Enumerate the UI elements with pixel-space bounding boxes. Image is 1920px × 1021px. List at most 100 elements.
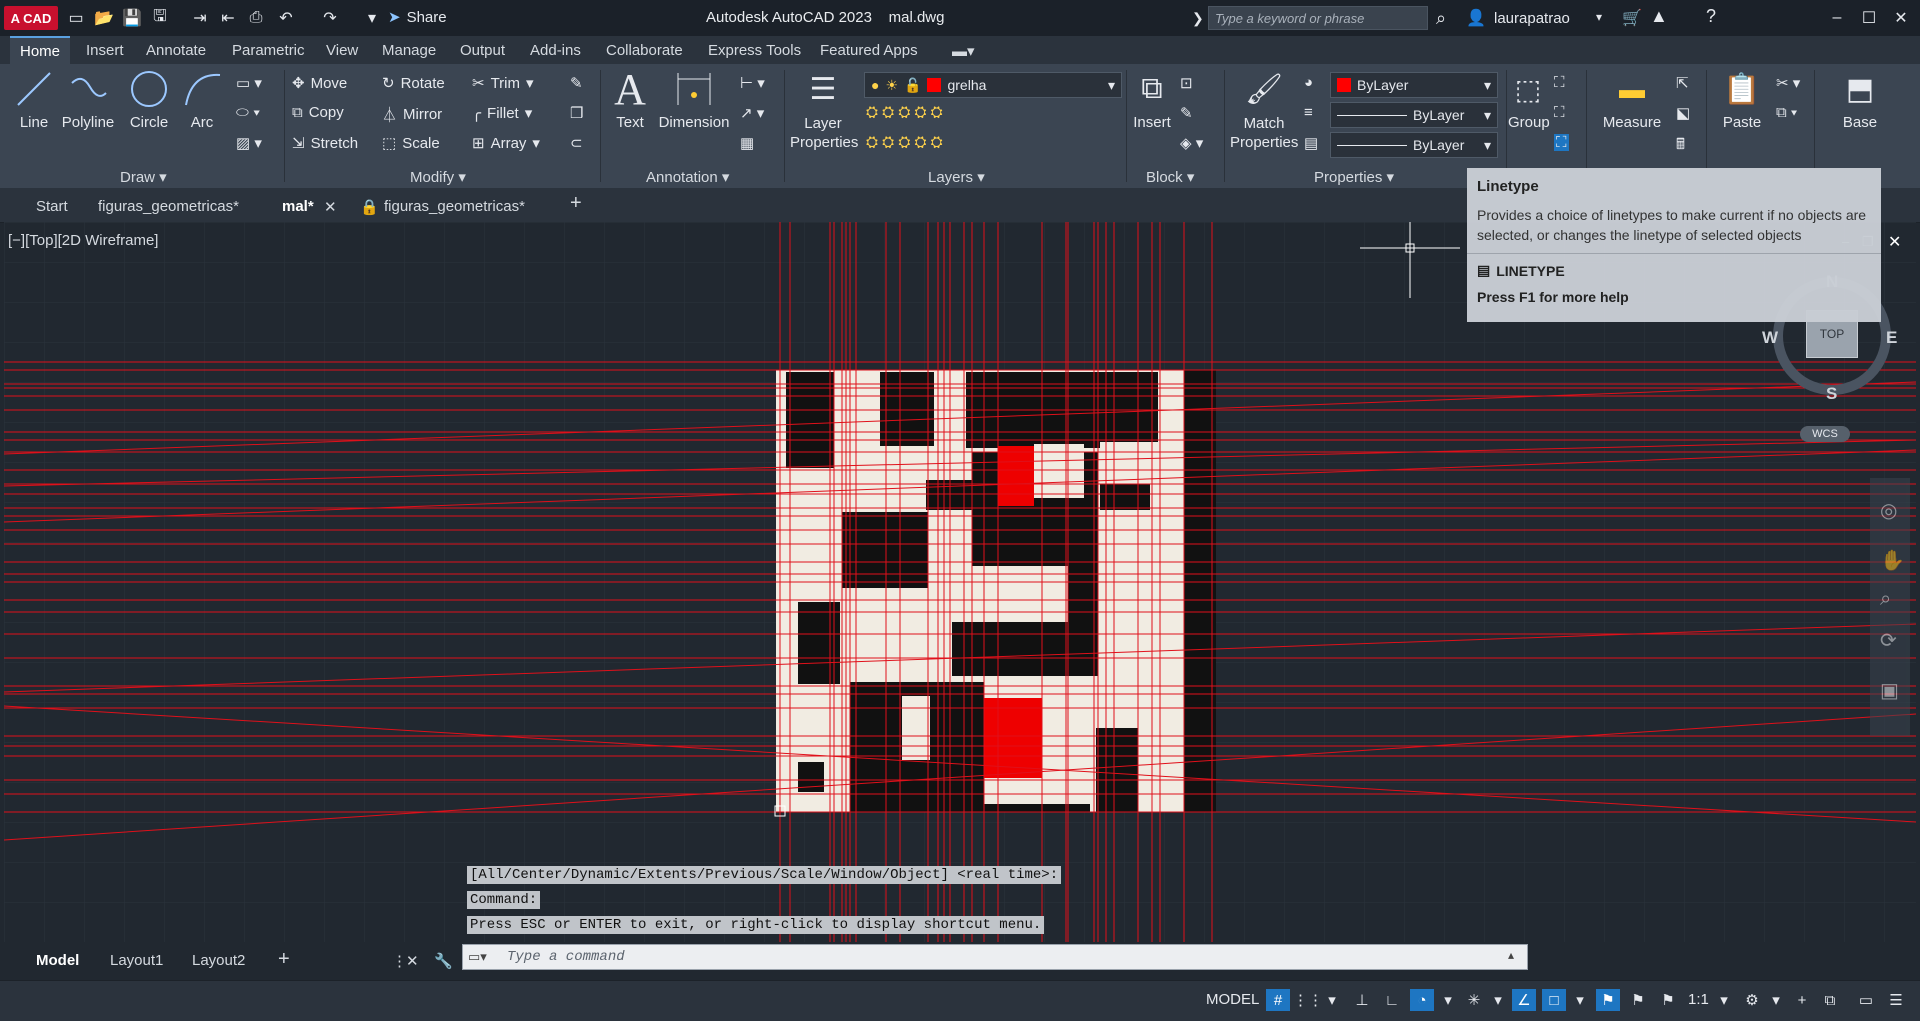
fillet-button[interactable]: ╭ Fillet ▾ (472, 104, 532, 123)
orbit-icon[interactable]: ⟳ (1880, 628, 1897, 653)
undo-icon[interactable]: ↶ (276, 8, 296, 28)
new-icon[interactable]: ▭ (66, 8, 86, 28)
move-button[interactable]: ✥ Move (292, 74, 347, 93)
tab-layout1[interactable]: Layout1 (110, 952, 163, 969)
iso-dropdown-icon[interactable]: ▾ (1486, 989, 1510, 1011)
annotation-scale-value[interactable]: 1:1 (1688, 991, 1709, 1008)
group-select-icon[interactable]: ⛶ (1554, 134, 1569, 151)
redo-icon[interactable]: ↷ (320, 8, 340, 28)
save-as-icon[interactable]: 🖫 (150, 8, 170, 28)
linear-dim-icon[interactable]: ⊢ ▾ (740, 74, 765, 92)
tab-express-tools[interactable]: Express Tools (708, 42, 801, 59)
measure-button[interactable]: ▬ Measure (1600, 68, 1664, 132)
help-icon[interactable]: ? (1706, 6, 1716, 27)
color-dropdown[interactable]: ByLayer ▾ (1330, 72, 1498, 98)
paste-button[interactable]: 📋 Paste (1716, 68, 1768, 132)
maximize-icon[interactable]: ☐ (1854, 6, 1884, 30)
pan-icon[interactable]: ✋ (1880, 548, 1905, 573)
layer-properties-button[interactable]: ☰ Layer Properties (790, 68, 858, 152)
layer-dropdown[interactable]: ● ☀ 🔓 grelha ▾ (864, 72, 1122, 98)
ortho-icon[interactable]: ∟ (1380, 989, 1404, 1011)
tab-add-ins[interactable]: Add-ins (530, 42, 581, 59)
rotate-button[interactable]: ↻ Rotate (382, 74, 445, 93)
table-icon[interactable]: ▦ (740, 134, 754, 152)
edit-block-icon[interactable]: ✎ (1180, 104, 1193, 122)
tab-insert[interactable]: Insert (86, 42, 124, 59)
navigation-bar[interactable]: ◎ ✋ ⌕ ⟳ ▣ (1870, 478, 1910, 736)
stretch-button[interactable]: ⇲ Stretch (292, 134, 358, 153)
block-panel-title[interactable]: Block ▾ (1146, 168, 1194, 186)
user-name[interactable]: laurapatrao (1494, 10, 1570, 27)
object-snap-icon[interactable]: □ (1542, 989, 1566, 1011)
ellipse-icon[interactable]: ⬭ ▾ (236, 104, 260, 121)
autocad-logo[interactable]: A CAD (4, 6, 58, 30)
clean-screen-icon[interactable]: ▭ (1854, 989, 1878, 1011)
modify-panel-title[interactable]: Modify ▾ (410, 168, 466, 186)
file-tab-figuras-2[interactable]: figuras_geometricas* (384, 198, 525, 215)
lineweight-dropdown[interactable]: ByLayer ▾ (1330, 132, 1498, 158)
auto-scale-icon[interactable]: ⚑ (1626, 989, 1650, 1011)
draw-panel-title[interactable]: Draw ▾ (120, 168, 167, 186)
autodesk-app-icon[interactable]: ▲ (1650, 6, 1668, 27)
snap-dropdown-icon[interactable]: ▾ (1320, 989, 1344, 1011)
tab-output[interactable]: Output (460, 42, 505, 59)
group-edit-icon[interactable]: ⛶ (1554, 104, 1565, 121)
tab-parametric[interactable]: Parametric (232, 42, 305, 59)
search-input[interactable]: Type a keyword or phrase (1208, 6, 1428, 30)
compass-west[interactable]: W (1762, 328, 1778, 348)
layers-panel-title[interactable]: Layers ▾ (928, 168, 985, 186)
infer-constraints-icon[interactable]: ⊥ (1350, 989, 1374, 1011)
arc-button[interactable]: Arc (180, 68, 224, 131)
workspace-switch-icon[interactable]: ▬▾ (952, 42, 975, 60)
steering-wheel-icon[interactable]: ◎ (1880, 498, 1897, 523)
file-tab-start[interactable]: Start (36, 198, 68, 215)
trim-button[interactable]: ✂ Trim ▾ (472, 74, 534, 93)
group-button[interactable]: ⬚ Group (1508, 68, 1550, 132)
zoom-icon[interactable]: ⌕ (1880, 588, 1891, 611)
user-dropdown-icon[interactable]: ▾ (1596, 10, 1602, 24)
mirror-button[interactable]: ⏃ Mirror (382, 104, 442, 125)
offset-icon[interactable]: ⊂ (570, 134, 583, 152)
text-button[interactable]: A Text (608, 65, 652, 132)
file-tab-figuras-1[interactable]: figuras_geometricas* (98, 198, 239, 215)
file-tab-mal[interactable]: mal* (282, 198, 314, 215)
command-menu-icon[interactable]: ▭▾ (468, 949, 487, 965)
polyline-button[interactable]: Polyline (60, 68, 116, 131)
insert-block-button[interactable]: ⧉ Insert (1130, 68, 1174, 131)
scale-dropdown-icon[interactable]: ▾ (1712, 989, 1736, 1011)
properties-panel-title[interactable]: Properties ▾ (1314, 168, 1394, 186)
snap-icon[interactable]: ⋮⋮ (1293, 989, 1323, 1011)
transparency-icon[interactable]: ▤ (1304, 134, 1318, 152)
model-space-toggle[interactable]: MODEL (1206, 991, 1259, 1008)
circle-button[interactable]: Circle (124, 68, 174, 131)
cmd-customize-icon[interactable]: 🔧 (434, 952, 453, 970)
select-all-icon[interactable]: ⬕ (1676, 104, 1690, 122)
copy-clip-icon[interactable]: ⧉ ▾ (1776, 104, 1797, 121)
import-icon[interactable]: ⇥ (190, 8, 210, 28)
tab-annotate[interactable]: Annotate (146, 42, 206, 59)
customize-qat-icon[interactable]: ▾ (362, 8, 382, 28)
compass-east[interactable]: E (1886, 328, 1897, 348)
copy-button[interactable]: ⧉ Copy (292, 104, 344, 121)
erase-icon[interactable]: ✎ (570, 74, 583, 92)
layer-tools-row-2[interactable]: ⛭ ⛭ ⛭ ⛭ ⛭ (866, 134, 943, 151)
close-tab-icon[interactable]: ✕ (324, 198, 337, 216)
linetype-dropdown[interactable]: ByLayer ▾ (1330, 102, 1498, 128)
tab-home[interactable]: Home (10, 36, 71, 64)
open-icon[interactable]: 📂 (94, 8, 114, 28)
user-icon[interactable]: 👤 (1466, 8, 1486, 28)
tab-manage[interactable]: Manage (382, 42, 436, 59)
calculator-icon[interactable]: 🖩 (1676, 134, 1685, 159)
base-button[interactable]: ⬒ Base (1836, 68, 1884, 132)
grid-icon[interactable]: # (1266, 989, 1290, 1011)
tab-collaborate[interactable]: Collaborate (606, 42, 683, 59)
dimension-button[interactable]: Dimension (656, 68, 732, 131)
hatch-icon[interactable]: ▨ ▾ (236, 134, 262, 152)
object-snap-tracking-icon[interactable]: ∠ (1512, 989, 1536, 1011)
cut-icon[interactable]: ✂ ▾ (1776, 74, 1800, 92)
save-icon[interactable]: 💾 (122, 8, 142, 28)
leader-icon[interactable]: ↗ ▾ (740, 104, 764, 122)
layer-tools-row-1[interactable]: ⛭ ⛭ ⛭ ⛭ ⛭ (866, 104, 943, 121)
polar-dropdown-icon[interactable]: ▾ (1436, 989, 1460, 1011)
isodraft-icon[interactable]: ✳ (1462, 989, 1486, 1011)
